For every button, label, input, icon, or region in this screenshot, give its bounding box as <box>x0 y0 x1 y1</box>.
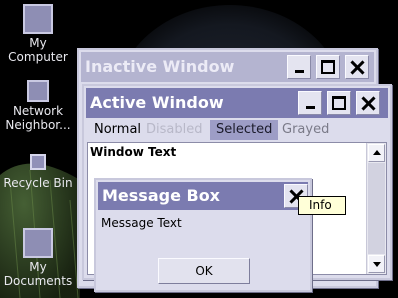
menu-bar: Normal Disabled Selected Grayed <box>88 120 386 140</box>
my-computer-desktop-item[interactable]: My Computer <box>0 4 76 64</box>
message-text: Message Text <box>101 216 182 230</box>
recycle-bin-desktop-item[interactable]: Recycle Bin <box>0 146 76 190</box>
active-window-titlebar[interactable]: Active Window <box>86 88 388 118</box>
tooltip: Info <box>298 196 346 215</box>
menu-item-grayed: Grayed <box>282 122 330 137</box>
ok-button[interactable]: OK <box>158 258 250 284</box>
desktop-item-label: My Documents <box>3 260 73 288</box>
close-button[interactable] <box>356 91 380 115</box>
vertical-scrollbar[interactable] <box>366 143 386 274</box>
network-neighborhood-icon <box>27 80 49 102</box>
scrollbar-track[interactable] <box>368 163 385 254</box>
menu-item-disabled: Disabled <box>146 122 203 137</box>
scroll-down-button[interactable] <box>368 255 385 273</box>
my-documents-icon <box>23 228 53 258</box>
menu-item-normal[interactable]: Normal <box>90 120 145 140</box>
window-text: Window Text <box>90 145 177 159</box>
inactive-window-titlebar[interactable]: Inactive Window <box>81 52 374 82</box>
my-documents-desktop-item[interactable]: My Documents <box>0 228 76 288</box>
message-box-titlebar[interactable]: Message Box <box>98 182 308 210</box>
network-neighborhood-desktop-item[interactable]: Network Neighbor... <box>0 74 76 132</box>
desktop-item-label: Recycle Bin <box>3 176 73 190</box>
close-button[interactable] <box>345 55 369 79</box>
menu-item-selected[interactable]: Selected <box>210 120 279 140</box>
maximize-button[interactable] <box>316 55 340 79</box>
minimize-button[interactable] <box>287 55 311 79</box>
active-window-title: Active Window <box>90 93 224 112</box>
my-computer-icon <box>23 4 53 34</box>
message-box-title: Message Box <box>102 186 220 205</box>
minimize-button[interactable] <box>298 91 322 115</box>
scroll-up-button[interactable] <box>368 144 385 162</box>
message-box[interactable]: Message Box Message Text OK <box>94 178 312 292</box>
recycle-bin-icon <box>30 154 46 170</box>
inactive-window-title: Inactive Window <box>85 57 235 76</box>
desktop-item-label: My Computer <box>8 36 68 64</box>
maximize-button[interactable] <box>327 91 351 115</box>
desktop-item-label: Network Neighbor... <box>5 104 71 132</box>
